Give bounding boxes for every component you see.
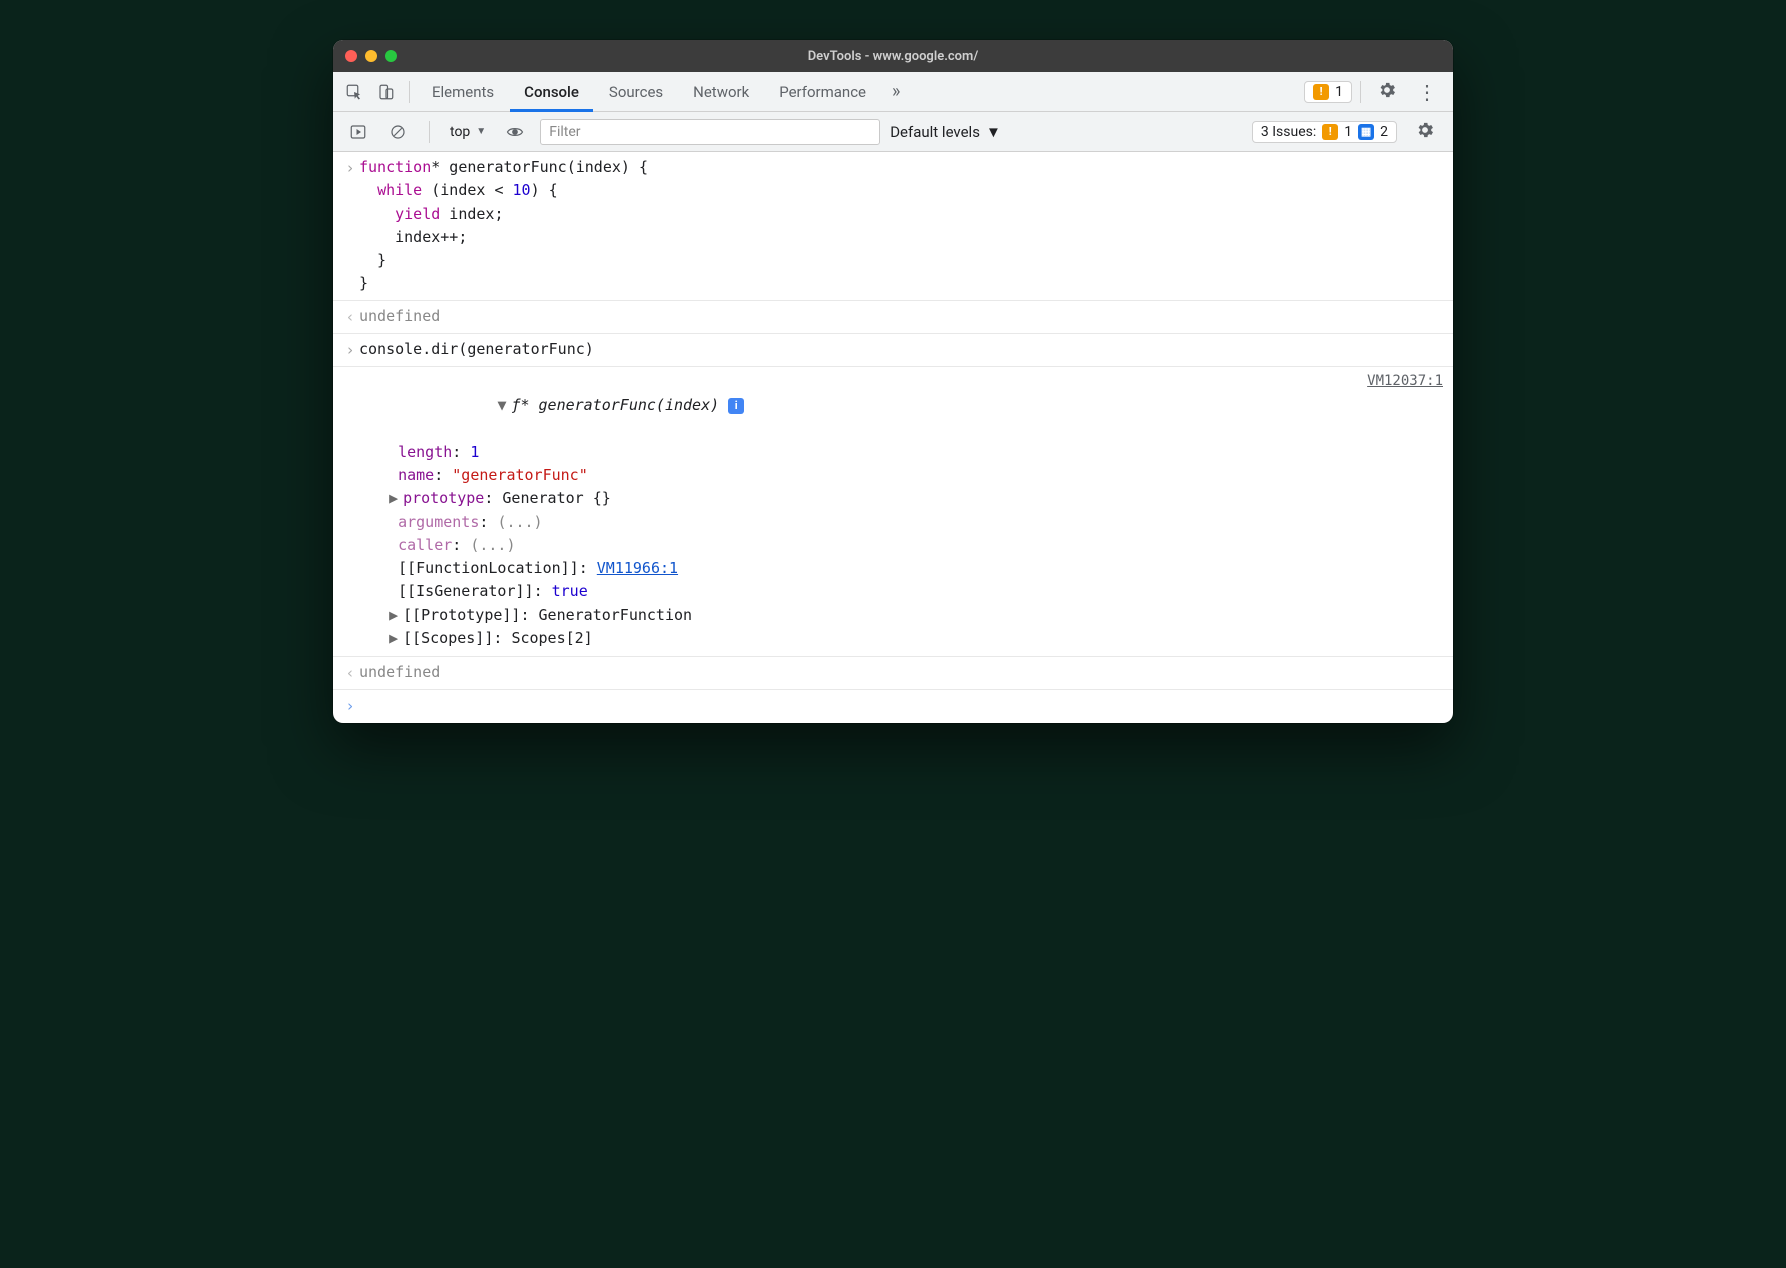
issues-label: 3 Issues: bbox=[1261, 124, 1316, 140]
tab-performance[interactable]: Performance bbox=[765, 72, 880, 112]
disclosure-closed-icon[interactable]: ▶ bbox=[389, 487, 403, 510]
warning-badge-icon: ! bbox=[1322, 124, 1338, 140]
clear-console-icon[interactable] bbox=[383, 117, 413, 147]
info-badge-icon: ▦ bbox=[1358, 124, 1374, 140]
more-menu-icon[interactable]: ⋮ bbox=[1407, 82, 1447, 102]
live-expression-icon[interactable] bbox=[500, 117, 530, 147]
console-toolbar: top ▼ Filter Default levels ▼ 3 Issues: … bbox=[333, 112, 1453, 152]
tab-console[interactable]: Console bbox=[510, 72, 593, 112]
info-icon[interactable]: i bbox=[728, 398, 744, 414]
disclosure-open-icon[interactable]: ▼ bbox=[497, 394, 511, 417]
levels-label: Default levels bbox=[890, 123, 980, 141]
devtools-window: DevTools - www.google.com/ Elements Cons… bbox=[333, 40, 1453, 723]
tabs-overflow[interactable]: » bbox=[882, 81, 910, 102]
chevron-down-icon: ▼ bbox=[986, 123, 1001, 141]
console-settings-gear-icon[interactable] bbox=[1407, 120, 1443, 144]
tab-elements[interactable]: Elements bbox=[418, 72, 508, 112]
chevron-down-icon: ▼ bbox=[476, 126, 486, 137]
console-input-row[interactable]: › function* generatorFunc(index) { while… bbox=[333, 152, 1453, 301]
console-code: console.dir(generatorFunc) bbox=[359, 338, 1443, 361]
console-prompt-row[interactable]: › bbox=[333, 690, 1453, 722]
output-marker-icon: ‹ bbox=[341, 305, 359, 329]
console-return-row: ‹ undefined bbox=[333, 301, 1453, 334]
top-issues-pill[interactable]: ! 1 bbox=[1304, 81, 1352, 103]
window-title: DevTools - www.google.com/ bbox=[333, 49, 1453, 64]
input-marker-icon: › bbox=[341, 156, 359, 180]
blank-gutter bbox=[341, 371, 359, 372]
output-marker-icon: ‹ bbox=[341, 661, 359, 685]
return-value: undefined bbox=[359, 305, 1443, 328]
top-issues-count: 1 bbox=[1335, 84, 1343, 100]
tab-network[interactable]: Network bbox=[679, 72, 763, 112]
issues-pill[interactable]: 3 Issues: ! 1 ▦ 2 bbox=[1252, 121, 1397, 143]
tab-sources[interactable]: Sources bbox=[595, 72, 677, 112]
log-levels-selector[interactable]: Default levels ▼ bbox=[890, 123, 1001, 141]
disclosure-closed-icon[interactable]: ▶ bbox=[389, 604, 403, 627]
settings-gear-icon[interactable] bbox=[1369, 80, 1405, 104]
context-selector[interactable]: top ▼ bbox=[446, 124, 490, 140]
titlebar: DevTools - www.google.com/ bbox=[333, 40, 1453, 72]
console-return-row: ‹ undefined bbox=[333, 657, 1453, 690]
console-input-row[interactable]: › console.dir(generatorFunc) bbox=[333, 334, 1453, 367]
console-code: function* generatorFunc(index) { while (… bbox=[359, 156, 1443, 296]
console-dir-output: ▼ƒ* generatorFunc(index) i length: 1 nam… bbox=[333, 367, 1453, 657]
toggle-sidebar-icon[interactable] bbox=[343, 117, 373, 147]
return-value: undefined bbox=[359, 661, 1443, 684]
issues-info-count: 2 bbox=[1380, 124, 1388, 140]
source-link[interactable]: VM11966:1 bbox=[597, 559, 678, 577]
separator bbox=[429, 121, 430, 143]
panel-tabs: Elements Console Sources Network Perform… bbox=[333, 72, 1453, 112]
console-log: › function* generatorFunc(index) { while… bbox=[333, 152, 1453, 723]
warning-badge-icon: ! bbox=[1313, 84, 1329, 100]
filter-input[interactable]: Filter bbox=[540, 119, 880, 145]
disclosure-closed-icon[interactable]: ▶ bbox=[389, 627, 403, 650]
filter-placeholder: Filter bbox=[549, 124, 580, 140]
issues-warn-count: 1 bbox=[1344, 124, 1352, 140]
separator bbox=[1360, 81, 1361, 103]
separator bbox=[409, 81, 410, 103]
prompt-marker-icon: › bbox=[341, 694, 359, 718]
inspect-element-icon[interactable] bbox=[339, 77, 369, 107]
device-toolbar-icon[interactable] bbox=[371, 77, 401, 107]
context-label: top bbox=[450, 124, 470, 140]
input-marker-icon: › bbox=[341, 338, 359, 362]
console-input[interactable] bbox=[359, 694, 1443, 717]
source-link[interactable]: VM12037:1 bbox=[1347, 371, 1443, 650]
object-tree: ▼ƒ* generatorFunc(index) i length: 1 nam… bbox=[359, 371, 744, 650]
